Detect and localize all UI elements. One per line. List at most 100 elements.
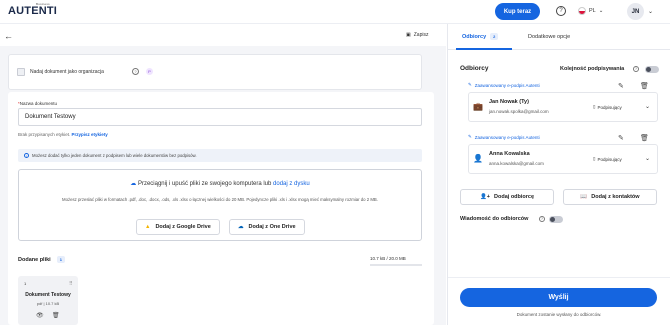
logo-text: AUTENTI: [8, 5, 58, 17]
language-selector[interactable]: PL ⌄: [578, 7, 603, 15]
signature-type-label: Zaawansowany e-podpis Autenti: [474, 134, 540, 140]
buy-now-button[interactable]: Kup teraz: [495, 3, 540, 20]
logo[interactable]: AUTENTI Business: [8, 2, 58, 17]
info-icon: i: [24, 153, 29, 158]
added-files-title: Dodane pliki 1: [18, 256, 65, 263]
recipient-card: ✎ Zaawansowany e-podpis Autenti ✎ 🗑 💼 Jan…: [468, 82, 658, 128]
send-note: Dokument zostanie wysłany do odbiorców.: [516, 312, 602, 317]
add-from-contacts-label: Dodaj z kontaktów: [591, 194, 640, 200]
document-editor: ← ▣ Zapisz Nadaj dokument jako organizacj…: [0, 24, 446, 325]
document-name-label: *Nazwa dokumentu: [18, 101, 57, 106]
recipient-name: Jan Nowak (Ty): [489, 99, 529, 105]
signature-type: ✎ Zaawansowany e-podpis Autenti: [468, 82, 540, 88]
storage-bar: [370, 264, 422, 266]
save-icon: ▣: [406, 32, 411, 38]
tags-row: Brak przypisanych etykiet. Przypisz etyk…: [18, 132, 108, 137]
poland-flag-icon: [578, 7, 586, 15]
recipients-panel: Odbiorcy 2 Dodatkowe opcje Odbiorcy Kolej…: [447, 24, 670, 325]
recipient-role-label: Podpisujący: [597, 156, 622, 162]
send-button[interactable]: Wyślij: [460, 288, 657, 307]
tab-recipients[interactable]: Odbiorcy 2: [462, 33, 499, 40]
signature-type-label: Zaawansowany e-podpis Autenti: [474, 82, 540, 88]
trash-icon[interactable]: 🗑: [52, 312, 60, 319]
premium-icon: P: [146, 68, 153, 75]
signature-type: ✎ Zaawansowany e-podpis Autenti: [468, 134, 540, 140]
document-icon: ▯: [593, 156, 596, 161]
file-number: 1: [24, 281, 27, 286]
signature-icon: ✎: [468, 82, 472, 87]
chevron-down-icon[interactable]: ⌄: [648, 8, 653, 15]
recipient-email: jan.nowak.spolka@gmail.com: [489, 109, 549, 114]
language-label: PL: [589, 8, 596, 14]
briefcase-icon: 💼: [473, 102, 483, 111]
add-from-disk-link[interactable]: dodaj z dysku: [273, 181, 310, 187]
message-toggle[interactable]: [549, 216, 563, 223]
help-icon[interactable]: ?: [539, 216, 545, 222]
tab-additional-options[interactable]: Dodatkowe opcje: [528, 34, 570, 40]
recipient-card: ✎ Zaawansowany e-podpis Autenti ✎ 🗑 👤 Ann…: [468, 134, 658, 180]
help-icon[interactable]: ?: [633, 66, 639, 72]
preview-eye-icon[interactable]: 👁: [36, 312, 44, 319]
signing-order-toggle[interactable]: [645, 66, 659, 73]
trash-icon[interactable]: 🗑: [640, 134, 649, 142]
drag-handle-icon[interactable]: ⠿: [69, 281, 73, 287]
drop-subtitle: Możesz przesłać pliki w formatach .pdf, …: [62, 197, 378, 202]
google-drive-icon: ▲: [145, 224, 151, 230]
google-drive-button[interactable]: ▲ Dodaj z Google Drive: [136, 219, 220, 235]
recipient-role-select[interactable]: ▯ Podpisujący: [593, 156, 622, 162]
chevron-down-icon[interactable]: ⌄: [645, 155, 650, 162]
person-icon: 👤: [473, 154, 483, 163]
back-arrow-icon[interactable]: ←: [4, 31, 13, 41]
signature-icon: ✎: [468, 134, 472, 139]
recipient-name: Anna Kowalska: [489, 151, 530, 157]
active-tab-underline: [456, 48, 512, 50]
document-name-input[interactable]: Dokument Testowy: [18, 108, 422, 126]
tab-recipients-label: Odbiorcy: [462, 34, 487, 40]
document-icon: ▯: [593, 104, 596, 109]
added-files-label: Dodane pliki: [18, 256, 51, 263]
recipient-role-label: Podpisujący: [597, 104, 622, 110]
storage-usage: 10.7 kB / 20.0 MB: [370, 256, 406, 261]
document-form: *Nazwa dokumentu Dokument Testowy Brak p…: [8, 92, 434, 325]
help-icon[interactable]: ?: [556, 6, 566, 16]
message-to-recipients-label: Wiadomość do odbiorców: [460, 216, 529, 222]
edit-pencil-icon[interactable]: ✎: [618, 134, 624, 142]
file-meta: pdf | 10.7 kB: [36, 301, 60, 306]
google-drive-label: Dodaj z Google Drive: [155, 224, 211, 230]
document-name-label-text: Nazwa dokumentu: [19, 101, 58, 106]
avatar[interactable]: JN: [627, 3, 644, 20]
top-bar: AUTENTI Business Kup teraz ? PL ⌄ JN ⌄: [0, 0, 670, 24]
organization-checkbox[interactable]: [17, 68, 25, 76]
drop-title-text: Przeciągnij i upuść pliki ze swojego kom…: [137, 181, 272, 187]
assign-tags-link[interactable]: Przypisz etykiety: [72, 132, 108, 137]
signing-order-label: Kolejność podpisywania: [560, 66, 625, 72]
recipients-count-badge: 2: [490, 33, 499, 40]
add-recipient-button[interactable]: 👤+ Dodaj odbiorcę: [460, 189, 554, 205]
add-person-icon: 👤+: [479, 194, 491, 200]
recipient-role-select[interactable]: ▯ Podpisujący: [593, 104, 622, 110]
info-banner: i Możesz dodać tylko jeden dokument z pod…: [18, 149, 422, 162]
chevron-down-icon: ⌄: [598, 8, 604, 14]
chevron-down-icon[interactable]: ⌄: [645, 103, 650, 110]
add-from-contacts-button[interactable]: 📖 Dodaj z kontaktów: [563, 189, 657, 205]
organization-option: Nadaj dokument jako organizacja ? P: [8, 54, 422, 90]
drop-title: ☁ Przeciągnij i upuść pliki ze swojego k…: [19, 180, 421, 187]
save-label: Zapisz: [413, 32, 429, 38]
organization-label: Nadaj dokument jako organizacja: [30, 69, 104, 75]
edit-pencil-icon[interactable]: ✎: [618, 82, 624, 90]
one-drive-button[interactable]: ☁ Dodaj z One Drive: [229, 219, 305, 235]
recipient-email: anna.kowalska@gmail.com: [489, 161, 544, 166]
one-drive-label: Dodaj z One Drive: [248, 224, 296, 230]
help-icon[interactable]: ?: [132, 68, 139, 75]
file-name: Dokument Testowy: [25, 292, 71, 298]
recipient-details: 👤 Anna Kowalska anna.kowalska@gmail.com …: [468, 144, 658, 174]
file-drop-zone[interactable]: ☁ Przeciągnij i upuść pliki ze swojego k…: [18, 169, 422, 241]
logo-subtext: Business: [36, 2, 50, 6]
file-card[interactable]: 1 ⠿ Dokument Testowy pdf | 10.7 kB 👁 🗑: [18, 276, 78, 325]
save-button[interactable]: ▣ Zapisz: [406, 32, 428, 38]
files-count-badge: 1: [56, 256, 65, 263]
footer-divider: [448, 277, 670, 278]
recipient-details: 💼 Jan Nowak (Ty) jan.nowak.spolka@gmail.…: [468, 92, 658, 122]
trash-icon[interactable]: 🗑: [640, 82, 649, 90]
one-drive-icon: ☁: [238, 224, 244, 230]
